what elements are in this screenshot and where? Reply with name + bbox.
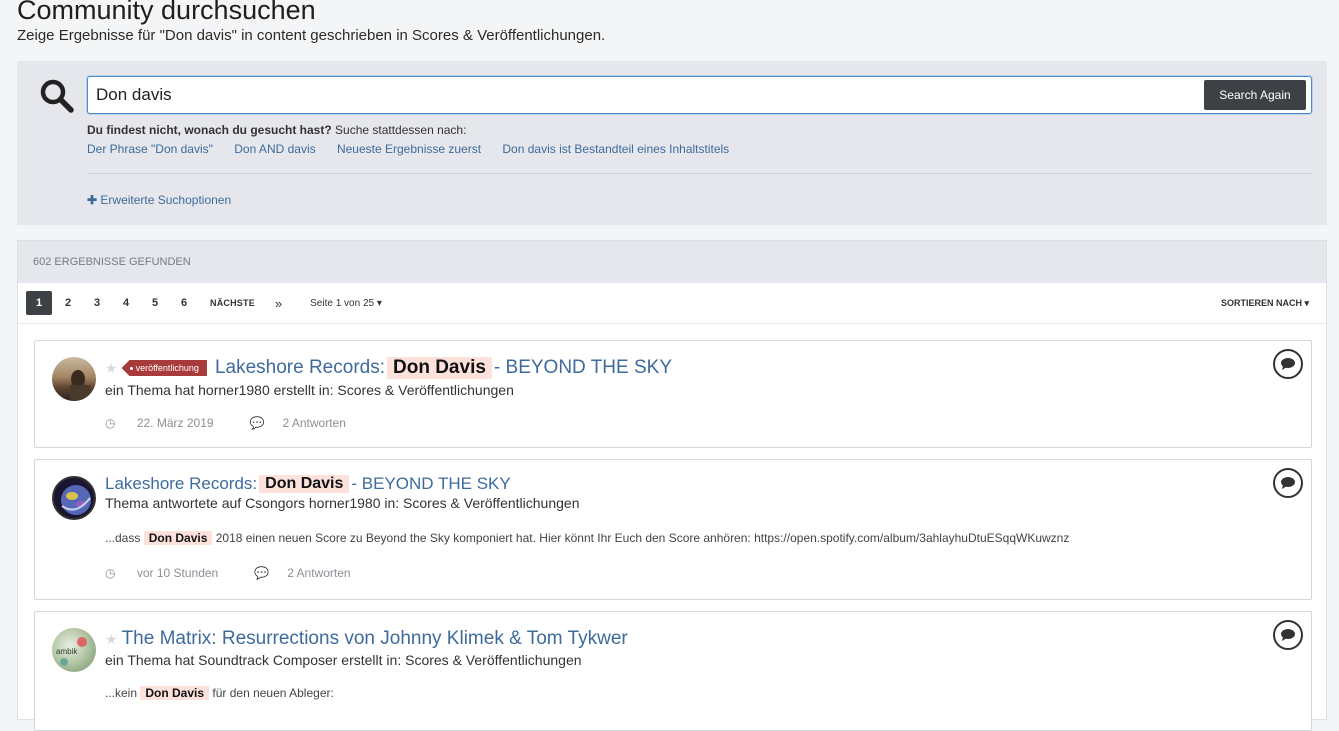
title-prefix: Lakeshore Records: bbox=[105, 474, 258, 493]
date: ◷ 22. März 2019 bbox=[105, 416, 232, 430]
caret-down-icon: ▾ bbox=[376, 297, 382, 309]
page-title: Community durchsuchen bbox=[17, 0, 316, 25]
result-stats: ◷ 22. März 2019 💬 2 Antworten bbox=[105, 416, 382, 430]
comment-icon: 💬 bbox=[254, 566, 270, 580]
avatar[interactable]: ambik bbox=[52, 628, 96, 672]
search-box: Search Again bbox=[87, 76, 1312, 114]
sort-label: SORTIEREN NACH bbox=[1220, 298, 1302, 308]
result-card: Lakeshore Records: Don Davis - BEYOND TH… bbox=[34, 459, 1312, 600]
comment-bubble-icon[interactable] bbox=[1273, 620, 1303, 650]
pagination: 1 2 3 4 5 6 NÄCHSTE » Seite 1 von 25 ▾ bbox=[26, 291, 382, 315]
page-1[interactable]: 1 bbox=[26, 291, 52, 315]
result-meta: ein Thema hat horner1980 erstellt in: Sc… bbox=[105, 382, 514, 398]
page-6[interactable]: 6 bbox=[171, 291, 197, 315]
snippet-highlight: Don Davis bbox=[143, 531, 213, 545]
results-count: 602 ERGEBNISSE GEFUNDEN bbox=[18, 241, 1326, 283]
title-suffix: - BEYOND THE SKY bbox=[493, 357, 673, 378]
divider bbox=[18, 323, 1326, 324]
result-title[interactable]: ★ The Matrix: Resurrections von Johnny K… bbox=[105, 628, 628, 650]
plus-icon: ✚ bbox=[87, 193, 98, 207]
alt-search-title[interactable]: Don davis ist Bestandteil eines Inhaltst… bbox=[502, 142, 729, 156]
page-info: Seite 1 von 25 bbox=[310, 297, 375, 309]
advanced-search-label: Erweiterte Suchoptionen bbox=[100, 193, 232, 207]
hint-bold: Du findest nicht, wonach du gesucht hast… bbox=[87, 123, 332, 137]
replies: 💬 2 Antworten bbox=[250, 416, 364, 430]
date-text: 22. März 2019 bbox=[136, 416, 214, 430]
replies-text: 2 Antworten bbox=[287, 566, 351, 580]
title-prefix: Lakeshore Records: bbox=[214, 357, 385, 378]
alternative-searches: Der Phrase "Don davis" Don AND davis Neu… bbox=[87, 142, 747, 156]
page-2[interactable]: 2 bbox=[55, 291, 81, 315]
alt-search-newest[interactable]: Neueste Ergebnisse zuerst bbox=[337, 142, 481, 156]
page-4[interactable]: 4 bbox=[113, 291, 139, 315]
next-page-button[interactable]: NÄCHSTE bbox=[210, 298, 255, 308]
hint-rest: Suche stattdessen nach: bbox=[331, 123, 467, 137]
result-meta: ein Thema hat Soundtrack Composer erstel… bbox=[105, 652, 582, 668]
result-title[interactable]: Lakeshore Records: Don Davis - BEYOND TH… bbox=[105, 474, 511, 494]
snippet-suffix: für den neuen Ableger: bbox=[212, 686, 334, 700]
replies-text: 2 Antworten bbox=[282, 416, 346, 430]
star-icon[interactable]: ★ bbox=[105, 631, 118, 648]
title-highlight: Don Davis bbox=[259, 475, 350, 493]
title-suffix: - BEYOND THE SKY bbox=[351, 474, 511, 493]
result-meta: Thema antwortete auf Csongors horner1980… bbox=[105, 495, 580, 511]
snippet-prefix: ...dass bbox=[105, 531, 141, 545]
result-snippet: ...kein Don Davis für den neuen Ableger: bbox=[105, 686, 334, 700]
comment-icon: 💬 bbox=[249, 416, 265, 430]
search-again-button[interactable]: Search Again bbox=[1204, 80, 1306, 110]
svg-text:ambik: ambik bbox=[56, 647, 78, 656]
comment-bubble-icon[interactable] bbox=[1273, 349, 1303, 379]
advanced-search-link[interactable]: ✚ Erweiterte Suchoptionen bbox=[87, 193, 231, 207]
snippet-highlight: Don Davis bbox=[140, 686, 210, 700]
page-subtitle: Zeige Ergebnisse für "Don davis" in cont… bbox=[17, 27, 606, 44]
status-badge: veröffentlichung bbox=[121, 360, 207, 376]
page-3[interactable]: 3 bbox=[84, 291, 110, 315]
caret-down-icon: ▾ bbox=[1304, 298, 1309, 308]
results-panel: 602 ERGEBNISSE GEFUNDEN 1 2 3 4 5 6 NÄCH… bbox=[17, 240, 1327, 731]
alt-search-phrase[interactable]: Der Phrase "Don davis" bbox=[87, 142, 213, 156]
avatar[interactable] bbox=[52, 476, 96, 520]
clock-icon: ◷ bbox=[105, 566, 116, 580]
result-stats: ◷ vor 10 Stunden 💬 2 Antworten bbox=[105, 566, 387, 580]
comment-bubble-icon[interactable] bbox=[1273, 468, 1303, 498]
result-snippet: ...dass Don Davis 2018 einen neuen Score… bbox=[105, 531, 1069, 545]
replies: 💬 2 Antworten bbox=[254, 566, 368, 580]
last-page-button[interactable]: » bbox=[275, 296, 282, 311]
search-input[interactable] bbox=[96, 85, 1096, 105]
search-panel: Search Again Du findest nicht, wonach du… bbox=[17, 61, 1327, 225]
page-jump-dropdown[interactable]: Seite 1 von 25 ▾ bbox=[310, 298, 382, 309]
clock-icon: ◷ bbox=[105, 416, 116, 430]
date: ◷ vor 10 Stunden bbox=[105, 566, 236, 580]
page-5[interactable]: 5 bbox=[142, 291, 168, 315]
title-text: The Matrix: Resurrections von Johnny Kli… bbox=[121, 628, 628, 649]
search-hint: Du findest nicht, wonach du gesucht hast… bbox=[87, 123, 466, 137]
search-icon bbox=[40, 79, 74, 113]
sort-dropdown[interactable]: SORTIEREN NACH ▾ bbox=[1221, 298, 1309, 309]
date-text: vor 10 Stunden bbox=[136, 566, 219, 580]
result-card: ambik ★ The Matrix: Resurrections von Jo… bbox=[34, 611, 1312, 731]
star-icon[interactable]: ★ bbox=[105, 360, 118, 377]
title-highlight: Don Davis bbox=[387, 357, 492, 379]
divider bbox=[87, 173, 1312, 174]
alt-search-and[interactable]: Don AND davis bbox=[234, 142, 315, 156]
snippet-prefix: ...kein bbox=[105, 686, 138, 700]
snippet-suffix: 2018 einen neuen Score zu Beyond the Sky… bbox=[215, 531, 1070, 545]
result-title[interactable]: ★ veröffentlichung Lakeshore Records: Do… bbox=[105, 357, 672, 379]
result-card: ★ veröffentlichung Lakeshore Records: Do… bbox=[34, 340, 1312, 448]
avatar[interactable] bbox=[52, 357, 96, 401]
